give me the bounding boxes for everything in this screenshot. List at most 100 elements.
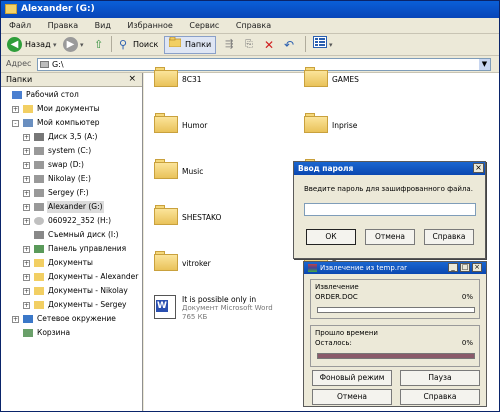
expand-icon[interactable]: + <box>23 274 30 281</box>
file-label: It is possible only in Документ Microsoft… <box>182 295 273 322</box>
file-item[interactable]: GAMES <box>304 63 444 99</box>
file-name: GAMES <box>332 75 359 84</box>
extract-file-group: Извлечение ORDER.DOC 0% <box>310 279 480 319</box>
folder-icon <box>154 113 178 133</box>
tree-item[interactable]: + Документы - Nikolay <box>1 285 142 297</box>
close-icon[interactable]: × <box>128 74 136 84</box>
file-item[interactable]: W It is possible only in Документ Microsof… <box>154 293 294 329</box>
file-item[interactable]: Humor <box>154 109 294 145</box>
menu-help[interactable]: Справка <box>236 18 271 34</box>
folders-pane: Папки × Рабочий стол + Мои документы - Мой к… <box>1 73 143 411</box>
views-dropdown-icon[interactable]: ▾ <box>329 36 333 54</box>
ok-button[interactable]: ОК <box>306 229 356 245</box>
drive-icon <box>40 61 49 68</box>
forward-dropdown-icon[interactable]: ▾ <box>80 36 84 54</box>
file-item[interactable]: 8C31 <box>154 63 294 99</box>
collapse-icon[interactable]: - <box>12 120 19 127</box>
tree-item-label: Сетевое окружение <box>37 314 116 323</box>
expand-icon[interactable]: + <box>23 134 30 141</box>
search-button[interactable]: Поиск <box>133 36 158 54</box>
menu-tools[interactable]: Сервис <box>189 18 219 34</box>
close-icon[interactable]: × <box>472 263 482 272</box>
tree-item[interactable]: + Sergey (F:) <box>1 187 142 199</box>
tree-item[interactable]: + Диск 3,5 (A:) <box>1 131 142 143</box>
tree-item[interactable]: Съемный диск (I:) <box>1 229 142 241</box>
expand-icon[interactable]: + <box>23 246 30 253</box>
close-icon[interactable]: × <box>473 163 484 173</box>
file-progress-bar <box>317 307 475 313</box>
maximize-icon[interactable]: □ <box>460 263 470 272</box>
folder-icon <box>154 251 178 271</box>
pause-button[interactable]: Пауза <box>400 370 480 386</box>
tree-item[interactable]: + Документы - Sergey <box>1 299 142 311</box>
file-label: vitroker <box>182 259 211 268</box>
tree-item[interactable]: Рабочий стол <box>1 89 142 101</box>
tree-item[interactable]: + Alexander (G:) <box>1 201 142 213</box>
back-arrow-icon[interactable]: ◀ <box>7 37 22 52</box>
help-button[interactable]: Справка <box>400 389 480 405</box>
folders-button[interactable]: Папки <box>185 36 211 54</box>
tree-item[interactable]: + Мои документы <box>1 103 142 115</box>
expand-icon[interactable]: + <box>23 148 30 155</box>
minimize-icon[interactable]: _ <box>448 263 458 272</box>
cancel-button[interactable]: Отмена <box>365 229 415 245</box>
views-icon[interactable] <box>313 36 327 54</box>
extract-file-name: ORDER.DOC <box>315 293 358 301</box>
expand-icon[interactable]: + <box>23 162 30 169</box>
back-dropdown-icon[interactable]: ▾ <box>53 36 57 54</box>
menu-file[interactable]: Файл <box>9 18 31 34</box>
forward-arrow-icon[interactable]: ▶ <box>63 37 78 52</box>
tree-item[interactable]: + Сетевое окружение <box>1 313 142 325</box>
file-name: It is possible only in <box>182 295 257 304</box>
tree-item[interactable]: Корзина <box>1 327 142 339</box>
folder-icon <box>34 259 44 267</box>
tree-item[interactable]: - Мой компьютер <box>1 117 142 129</box>
total-progress-bar <box>317 353 475 359</box>
file-label: SHESTAKO <box>182 213 221 222</box>
expand-icon[interactable]: + <box>23 260 30 267</box>
expand-icon[interactable]: + <box>23 204 30 211</box>
drive-icon <box>34 175 44 183</box>
background-button[interactable]: Фоновый режим <box>312 370 392 386</box>
menu-favorites[interactable]: Избранное <box>127 18 172 34</box>
file-item[interactable]: Music <box>154 155 294 191</box>
tree-item-label: Документы - Nikolay <box>48 286 128 295</box>
tree-item[interactable]: + Панель управления <box>1 243 142 255</box>
expand-icon[interactable]: + <box>12 316 19 323</box>
move-to-icon[interactable]: ⇶ <box>225 36 233 54</box>
tree-item[interactable]: + Документы <box>1 257 142 269</box>
expand-icon[interactable]: + <box>23 218 30 225</box>
copy-to-icon[interactable]: ⎘ <box>245 36 253 54</box>
expand-icon[interactable]: + <box>23 302 30 309</box>
undo-icon[interactable]: ↶ <box>284 36 294 54</box>
expand-icon[interactable]: + <box>12 106 19 113</box>
expand-icon[interactable]: + <box>23 190 30 197</box>
tree-item-label: Корзина <box>37 328 71 337</box>
file-item[interactable]: Inprise <box>304 109 444 145</box>
search-icon[interactable]: ⚲ <box>119 36 127 54</box>
tree-item[interactable]: + system (C:) <box>1 145 142 157</box>
password-input[interactable] <box>304 203 476 216</box>
menu-view[interactable]: Вид <box>95 18 111 34</box>
tree-item[interactable]: + swap (D:) <box>1 159 142 171</box>
up-folder-icon[interactable]: ⇧ <box>94 36 103 54</box>
tree-item[interactable]: + Документы - Alexander <box>1 271 142 283</box>
tree-item[interactable]: + Nikolay (E:) <box>1 173 142 185</box>
total-percent: 0% <box>461 339 473 347</box>
folder-icon <box>34 301 44 309</box>
file-item[interactable]: vitroker <box>154 247 294 283</box>
menu-edit[interactable]: Правка <box>48 18 78 34</box>
file-item[interactable]: SHESTAKO <box>154 201 294 237</box>
address-dropdown-icon[interactable]: ▼ <box>479 59 490 70</box>
expand-icon[interactable]: + <box>23 176 30 183</box>
cancel-button[interactable]: Отмена <box>312 389 392 405</box>
tree-item[interactable]: +060922_352 (H:) <box>1 215 142 227</box>
expand-icon[interactable]: + <box>23 288 30 295</box>
remaining-label: Осталось: <box>315 339 352 347</box>
extract-dialog-titlebar: Извлечение из temp.rar <box>304 262 486 274</box>
help-button[interactable]: Справка <box>424 229 474 245</box>
back-button[interactable]: Назад <box>25 36 51 54</box>
delete-icon[interactable]: ✕ <box>264 36 274 54</box>
address-label: Адрес <box>6 59 32 68</box>
tree-item-label: Alexander (G:) <box>47 201 104 213</box>
